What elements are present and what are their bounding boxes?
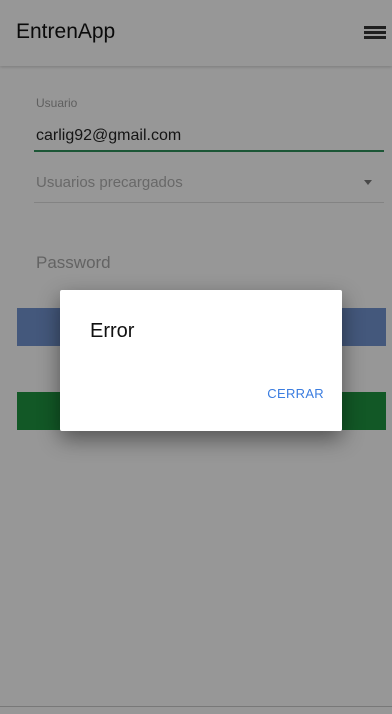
- dialog-title: Error: [90, 320, 135, 342]
- bottom-divider: [0, 706, 392, 707]
- close-dialog-button[interactable]: CERRAR: [267, 386, 324, 401]
- screen: EntrenApp Usuario Usuarios precargados E…: [0, 0, 392, 714]
- error-dialog: Error CERRAR: [60, 290, 342, 431]
